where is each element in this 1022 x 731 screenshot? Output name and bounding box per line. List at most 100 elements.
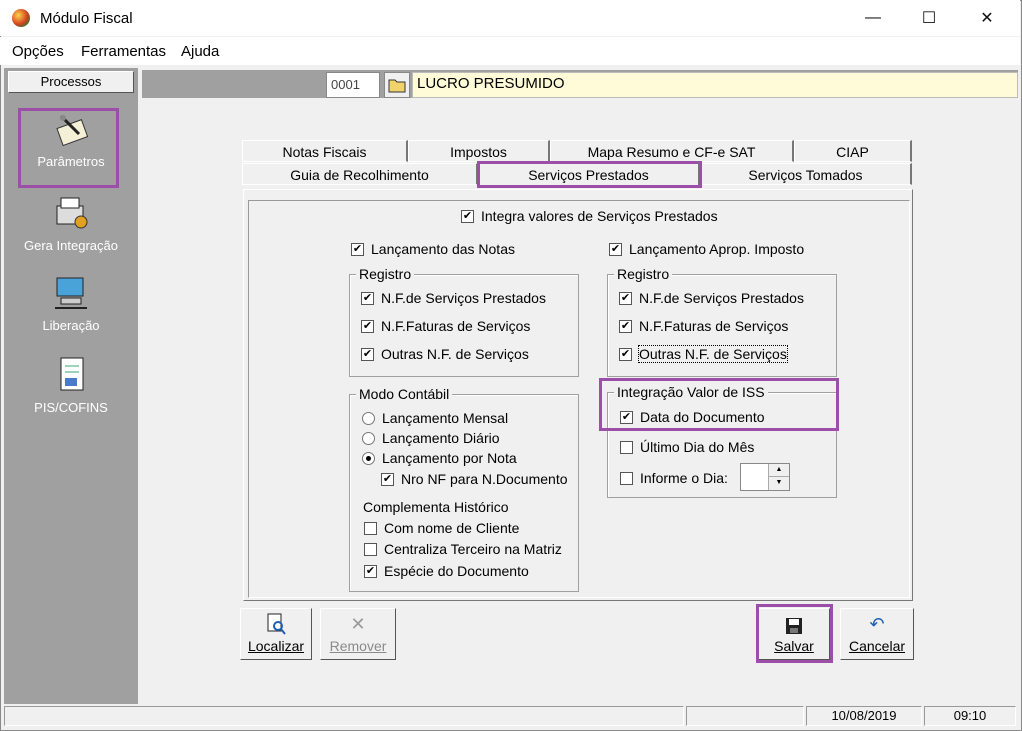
highlight-salvar bbox=[756, 604, 833, 663]
nro-nf-checkbox[interactable]: ✔ Nro NF para N.Documento bbox=[381, 471, 568, 487]
menu-ferramentas[interactable]: Ferramentas bbox=[81, 43, 166, 60]
radio-label: Lançamento Diário bbox=[382, 430, 500, 446]
lancamento-aprop-checkbox[interactable]: ✔ Lançamento Aprop. Imposto bbox=[609, 241, 804, 257]
checkbox-label: Lançamento das Notas bbox=[371, 241, 515, 257]
radio-lancamento-nota[interactable]: Lançamento por Nota bbox=[362, 450, 517, 466]
tab-impostos[interactable]: Impostos bbox=[408, 140, 550, 162]
checkbox-label: Nro NF para N.Documento bbox=[401, 471, 568, 487]
checkbox-box: ✔ bbox=[361, 347, 374, 361]
informe-dia-checkbox[interactable]: Informe o Dia: bbox=[620, 470, 728, 486]
printer-gear-icon bbox=[51, 194, 91, 234]
checkbox-box bbox=[620, 440, 633, 454]
highlight-servicos-prestados bbox=[477, 161, 702, 188]
right-outras-nf-checkbox[interactable]: ✔ Outras N.F. de Serviços bbox=[619, 345, 788, 363]
remove-x-icon: ✕ bbox=[350, 614, 366, 634]
lancamento-notas-checkbox[interactable]: ✔ Lançamento das Notas bbox=[351, 241, 515, 257]
com-nome-cliente-checkbox[interactable]: Com nome de Cliente bbox=[364, 520, 519, 536]
search-document-icon bbox=[241, 609, 311, 635]
tab-notas-fiscais[interactable]: Notas Fiscais bbox=[242, 140, 408, 162]
minimize-button[interactable]: — bbox=[850, 0, 896, 36]
company-name: LUCRO PRESUMIDO bbox=[412, 72, 1018, 98]
checkbox-box: ✔ bbox=[619, 319, 632, 333]
radio-label: Lançamento por Nota bbox=[382, 450, 517, 466]
checkbox-box: ✔ bbox=[351, 242, 364, 256]
sidebar-item-label: Gera Integração bbox=[24, 238, 118, 253]
localizar-button[interactable]: Localizar bbox=[240, 608, 312, 660]
menu-ajuda[interactable]: Ajuda bbox=[181, 43, 219, 60]
open-folder-button[interactable] bbox=[384, 72, 410, 98]
checkbox-label: Último Dia do Mês bbox=[640, 439, 755, 455]
sidebar-item-liberacao[interactable]: Liberação bbox=[4, 274, 138, 333]
checkbox-label: N.F.Faturas de Serviços bbox=[381, 318, 531, 334]
dia-spinner[interactable]: ▲ ▼ bbox=[740, 463, 790, 491]
checkbox-box bbox=[364, 542, 377, 556]
checkbox-box bbox=[364, 521, 377, 535]
checkbox-box: ✔ bbox=[461, 209, 474, 223]
undo-arrow-icon: ↶ bbox=[869, 614, 885, 634]
document-tools-icon bbox=[51, 356, 91, 396]
sidebar-item-pis-cofins[interactable]: PIS/COFINS bbox=[4, 356, 138, 415]
radio-dot bbox=[362, 451, 375, 465]
tab-guia-recolhimento[interactable]: Guia de Recolhimento bbox=[242, 163, 478, 185]
right-nf-faturas-checkbox[interactable]: ✔ N.F.Faturas de Serviços bbox=[619, 318, 788, 334]
title-bar: Módulo Fiscal — ☐ ✕ bbox=[0, 0, 1020, 36]
spinner-arrows[interactable]: ▲ ▼ bbox=[768, 464, 789, 490]
close-button[interactable]: ✕ bbox=[964, 0, 1010, 36]
button-label: Cancelar bbox=[848, 638, 906, 654]
checkbox-box: ✔ bbox=[619, 291, 632, 305]
registro-left-title: Registro bbox=[356, 266, 415, 282]
status-panel-main bbox=[4, 706, 684, 726]
tab-mapa-resumo[interactable]: Mapa Resumo e CF-e SAT bbox=[550, 140, 794, 162]
ultimo-dia-checkbox[interactable]: Último Dia do Mês bbox=[620, 439, 754, 455]
modo-contabil-title: Modo Contábil bbox=[356, 386, 453, 402]
radio-label: Lançamento Mensal bbox=[382, 410, 509, 426]
status-date: 10/08/2019 bbox=[806, 706, 922, 726]
tab-ciap[interactable]: CIAP bbox=[794, 140, 912, 162]
remover-button[interactable]: ✕ Remover bbox=[320, 608, 396, 660]
computer-network-icon bbox=[51, 274, 91, 314]
checkbox-box: ✔ bbox=[364, 564, 377, 578]
checkbox-label: Integra valores de Serviços Prestados bbox=[481, 208, 718, 224]
maximize-button[interactable]: ☐ bbox=[906, 0, 952, 36]
app-globe-icon bbox=[12, 9, 30, 27]
centraliza-terceiro-checkbox[interactable]: Centraliza Terceiro na Matriz bbox=[364, 541, 562, 557]
radio-lancamento-mensal[interactable]: Lançamento Mensal bbox=[362, 410, 508, 426]
checkbox-label: Espécie do Documento bbox=[384, 563, 529, 579]
complementa-title: Complementa Histórico bbox=[363, 499, 509, 515]
checkbox-label: N.F.de Serviços Prestados bbox=[639, 290, 804, 306]
spin-up-icon[interactable]: ▲ bbox=[769, 464, 789, 476]
checkbox-box: ✔ bbox=[361, 319, 374, 333]
tab-servicos-tomados[interactable]: Serviços Tomados bbox=[700, 163, 912, 185]
checkbox-label: N.F.de Serviços Prestados bbox=[381, 290, 546, 306]
sidebar-item-gera-integracao[interactable]: Gera Integração bbox=[4, 194, 138, 253]
left-outras-nf-checkbox[interactable]: ✔ Outras N.F. de Serviços bbox=[361, 346, 529, 362]
menu-opcoes[interactable]: Opções bbox=[12, 43, 64, 60]
registro-right-title: Registro bbox=[614, 266, 673, 282]
checkbox-label: Informe o Dia: bbox=[640, 470, 728, 486]
sidebar-header[interactable]: Processos bbox=[8, 71, 134, 93]
left-nf-servicos-checkbox[interactable]: ✔ N.F.de Serviços Prestados bbox=[361, 290, 546, 306]
checkbox-label: Centraliza Terceiro na Matriz bbox=[384, 541, 562, 557]
radio-dot bbox=[362, 431, 375, 445]
spin-down-icon[interactable]: ▼ bbox=[769, 476, 789, 489]
checkbox-label: Outras N.F. de Serviços bbox=[381, 346, 529, 362]
button-label: Remover bbox=[329, 638, 387, 654]
especie-documento-checkbox[interactable]: ✔ Espécie do Documento bbox=[364, 563, 529, 579]
cancelar-button[interactable]: ↶ Cancelar bbox=[840, 608, 914, 660]
radio-dot bbox=[362, 411, 375, 425]
right-nf-servicos-checkbox[interactable]: ✔ N.F.de Serviços Prestados bbox=[619, 290, 804, 306]
checkbox-box bbox=[620, 471, 633, 485]
integra-checkbox[interactable]: ✔ Integra valores de Serviços Prestados bbox=[461, 208, 718, 224]
window-title: Módulo Fiscal bbox=[40, 10, 133, 27]
highlight-parametros bbox=[18, 108, 119, 188]
company-code-field[interactable]: 0001 bbox=[326, 72, 380, 98]
checkbox-box: ✔ bbox=[609, 242, 622, 256]
checkbox-box: ✔ bbox=[619, 347, 632, 361]
status-time: 09:10 bbox=[924, 706, 1016, 726]
highlight-integracao-iss bbox=[599, 378, 839, 431]
checkbox-box: ✔ bbox=[361, 291, 374, 305]
left-nf-faturas-checkbox[interactable]: ✔ N.F.Faturas de Serviços bbox=[361, 318, 530, 334]
sidebar-item-label: Liberação bbox=[42, 318, 100, 333]
status-panel-empty bbox=[686, 706, 804, 726]
radio-lancamento-diario[interactable]: Lançamento Diário bbox=[362, 430, 500, 446]
